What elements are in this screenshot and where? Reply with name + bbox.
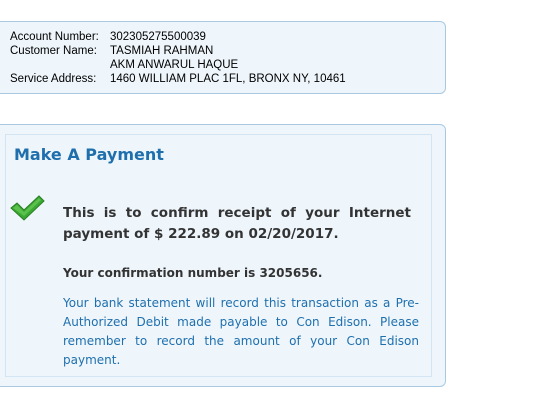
service-address-label: Service Address: [10, 73, 97, 85]
account-number-label: Account Number: [10, 31, 99, 43]
customer-name-value-2: AKM ANWARUL HAQUE [110, 59, 239, 71]
payment-content: Make A Payment This is to confirm receip… [5, 134, 432, 377]
account-number-row: Account Number: 302305275500039 [10, 30, 206, 44]
customer-name-row-2: AKM ANWARUL HAQUE [10, 58, 238, 72]
confirmation-number-text: Your confirmation number is 3205656. [63, 266, 323, 280]
make-payment-title: Make A Payment [14, 145, 164, 164]
customer-name-label: Customer Name: [10, 45, 97, 57]
service-address-row: Service Address: 1460 WILLIAM PLAC 1FL, B… [10, 72, 346, 86]
customer-name-row: Customer Name: TASMIAH RAHMAN [10, 44, 213, 58]
payment-confirmation-text: This is to confirm receipt of your Inter… [63, 205, 411, 242]
service-address-value: 1460 WILLIAM PLAC 1FL, BRONX NY, 10461 [110, 73, 346, 85]
green-checkmark-icon [10, 195, 45, 221]
account-info-panel: Account Number: 302305275500039 Customer … [0, 21, 446, 94]
bank-statement-note: Your bank statement will record this tra… [63, 296, 419, 367]
account-number-value: 302305275500039 [110, 31, 206, 43]
customer-name-value-1: TASMIAH RAHMAN [110, 45, 214, 57]
make-payment-panel: Make A Payment This is to confirm receip… [0, 124, 446, 387]
